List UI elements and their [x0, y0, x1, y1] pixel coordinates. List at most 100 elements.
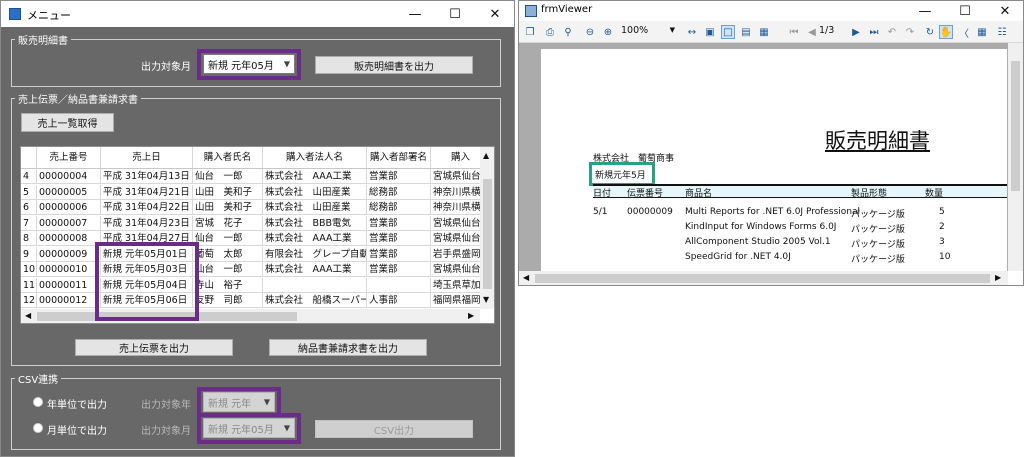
year-radio[interactable] [33, 397, 43, 407]
table-cell[interactable]: 有限会社 グレープ自動車 [263, 246, 367, 262]
viewer-hscroll-thumb[interactable] [535, 274, 990, 283]
table-cell[interactable]: 株式会社 AAA工業 [263, 262, 367, 277]
table-cell[interactable]: 平成 31年04月13日 [101, 169, 193, 184]
table-cell[interactable]: 平成 31年04月23日 [101, 215, 193, 231]
sales-grid[interactable]: 売上番号 売上日 購入者氏名 購入者法人名 購入者部署名 購入 4 00000004 平成 3… [20, 146, 495, 324]
grid-column-header[interactable]: 売上日 [101, 147, 193, 169]
print-icon[interactable]: ⎙ [543, 25, 557, 39]
row-index[interactable]: 11 [21, 277, 37, 293]
table-cell[interactable]: 平成 31年04月22日 [101, 200, 193, 215]
close-icon[interactable]: ✕ [475, 1, 514, 27]
prev-page-icon[interactable]: ◀ [805, 25, 819, 39]
find-icon[interactable]: ⚲ [561, 25, 575, 39]
table-cell[interactable]: 仙台 一郎 [193, 262, 263, 277]
table-cell[interactable]: 00000008 [37, 231, 101, 246]
table-cell[interactable]: 00000010 [37, 262, 101, 277]
table-cell[interactable]: 株式会社 AAA工業 [263, 169, 367, 184]
table-cell[interactable]: 00000006 [37, 200, 101, 215]
scroll-down-icon[interactable]: ▼ [483, 295, 489, 304]
table-cell[interactable]: 株式会社 船橋スーパー [263, 293, 367, 308]
zoom-out-icon[interactable]: ⊖ [583, 25, 597, 39]
table-cell[interactable]: 寺山 裕子 [193, 277, 263, 293]
table-cell[interactable]: 00000005 [37, 184, 101, 200]
sales-target-combo[interactable]: 新規 元年05月 ▼ [203, 54, 295, 74]
table-cell[interactable]: 00000007 [37, 215, 101, 231]
viewer-close-icon[interactable]: ✕ [985, 1, 1023, 21]
table-cell[interactable]: 株式会社 AAA工業 [263, 231, 367, 246]
row-index[interactable]: 8 [21, 231, 37, 246]
month-radio-label[interactable]: 月単位で出力 [47, 422, 107, 437]
table-cell[interactable]: 総務部 [367, 200, 431, 215]
grid-column-header[interactable]: 購入者部署名 [367, 147, 431, 169]
viewer-vscroll[interactable] [1008, 43, 1023, 271]
table-cell[interactable]: 株式会社 BBB電気 [263, 215, 367, 231]
fit-width-icon[interactable]: ↔ [685, 25, 699, 39]
csv-year-combo[interactable]: 新規 元年 ▼ [203, 392, 275, 412]
copy-icon[interactable]: ❐ [523, 25, 537, 39]
viewer-hscroll[interactable]: ◀ ▶ [519, 271, 1008, 285]
table-cell[interactable]: 株式会社 山田産業 [263, 200, 367, 215]
row-index[interactable]: 5 [21, 184, 37, 200]
table-cell[interactable]: 山田 美和子 [193, 184, 263, 200]
viewer-minimize-icon[interactable]: — [905, 1, 945, 21]
maximize-icon[interactable]: ☐ [435, 1, 475, 27]
vscroll-thumb[interactable] [483, 179, 492, 289]
csv-month-combo[interactable]: 新規 元年05月 ▼ [203, 418, 295, 438]
grid-hscroll[interactable]: ◀ ▶ [21, 309, 480, 323]
row-index[interactable]: 6 [21, 200, 37, 215]
table-cell[interactable]: 宮城 花子 [193, 215, 263, 231]
table-cell[interactable]: 00000011 [37, 277, 101, 293]
table-cell[interactable]: 仙台 一郎 [193, 169, 263, 184]
table-cell[interactable]: 00000012 [37, 293, 101, 308]
row-index[interactable]: 12 [21, 293, 37, 308]
viewer-maximize-icon[interactable]: ☐ [945, 1, 985, 21]
zoom-combo[interactable]: 100% ▼ [621, 25, 677, 39]
multi-page-icon[interactable]: ▦ [757, 25, 771, 39]
viewer-scroll-left-icon[interactable]: ◀ [523, 273, 529, 282]
table-cell[interactable]: 営業部 [367, 246, 431, 262]
single-page-icon[interactable]: □ [721, 25, 735, 39]
table-cell[interactable]: 仙台 一郎 [193, 231, 263, 246]
grid-column-header[interactable]: 購入者法人名 [263, 147, 367, 169]
csv-output-button[interactable]: CSV出力 [315, 420, 473, 438]
invoice-output-button[interactable]: 納品書兼請求書を出力 [269, 339, 427, 356]
table-cell[interactable] [263, 277, 367, 293]
table-cell[interactable]: 営業部 [367, 169, 431, 184]
grid-corner-header[interactable] [21, 147, 37, 169]
viewer-vscroll-thumb[interactable] [1011, 61, 1020, 191]
row-index[interactable]: 4 [21, 169, 37, 184]
table-cell[interactable]: 葡萄 太郎 [193, 246, 263, 262]
scroll-left-icon[interactable]: ◀ [25, 311, 31, 320]
table-cell[interactable]: 山田 美和子 [193, 200, 263, 215]
sales-output-button[interactable]: 販売明細書を出力 [315, 56, 473, 74]
back-icon[interactable]: ↶ [885, 25, 899, 39]
slip-output-button[interactable]: 売上伝票を出力 [75, 339, 233, 356]
row-index[interactable]: 7 [21, 215, 37, 231]
grid-column-header[interactable]: 購入者氏名 [193, 147, 263, 169]
table-cell[interactable] [367, 277, 431, 293]
year-radio-label[interactable]: 年単位で出力 [47, 396, 107, 411]
viewer-scroll-right-icon[interactable]: ▶ [995, 273, 1001, 282]
zoom-in-icon[interactable]: ⊕ [601, 25, 615, 39]
table-cell[interactable]: 営業部 [367, 215, 431, 231]
table-cell[interactable]: 00000004 [37, 169, 101, 184]
row-index[interactable]: 9 [21, 246, 37, 262]
table-cell[interactable]: 総務部 [367, 184, 431, 200]
table-cell[interactable]: 平成 31年04月21日 [101, 184, 193, 200]
table-cell[interactable]: 株式会社 山田産業 [263, 184, 367, 200]
grid-column-header[interactable]: 売上番号 [37, 147, 101, 169]
grid-vscroll[interactable]: ▲ ▼ [480, 147, 494, 309]
table-cell[interactable]: 00000009 [37, 246, 101, 262]
table-cell[interactable]: 友野 司郎 [193, 293, 263, 308]
month-radio[interactable] [33, 423, 43, 433]
first-page-icon[interactable]: ⏮ [787, 25, 801, 39]
viewer-titlebar[interactable]: frmViewer — ☐ ✕ [519, 1, 1023, 21]
refresh-icon[interactable]: ↻ [923, 25, 937, 39]
fit-page-icon[interactable]: ▣ [703, 25, 717, 39]
text-select-icon[interactable]: 〈 [957, 25, 971, 40]
scroll-right-icon[interactable]: ▶ [468, 311, 474, 320]
minimize-icon[interactable]: — [395, 1, 435, 27]
forward-icon[interactable]: ↷ [903, 25, 917, 39]
scroll-up-icon[interactable]: ▲ [483, 151, 489, 160]
snapshot-icon[interactable]: ▦ [975, 25, 989, 39]
